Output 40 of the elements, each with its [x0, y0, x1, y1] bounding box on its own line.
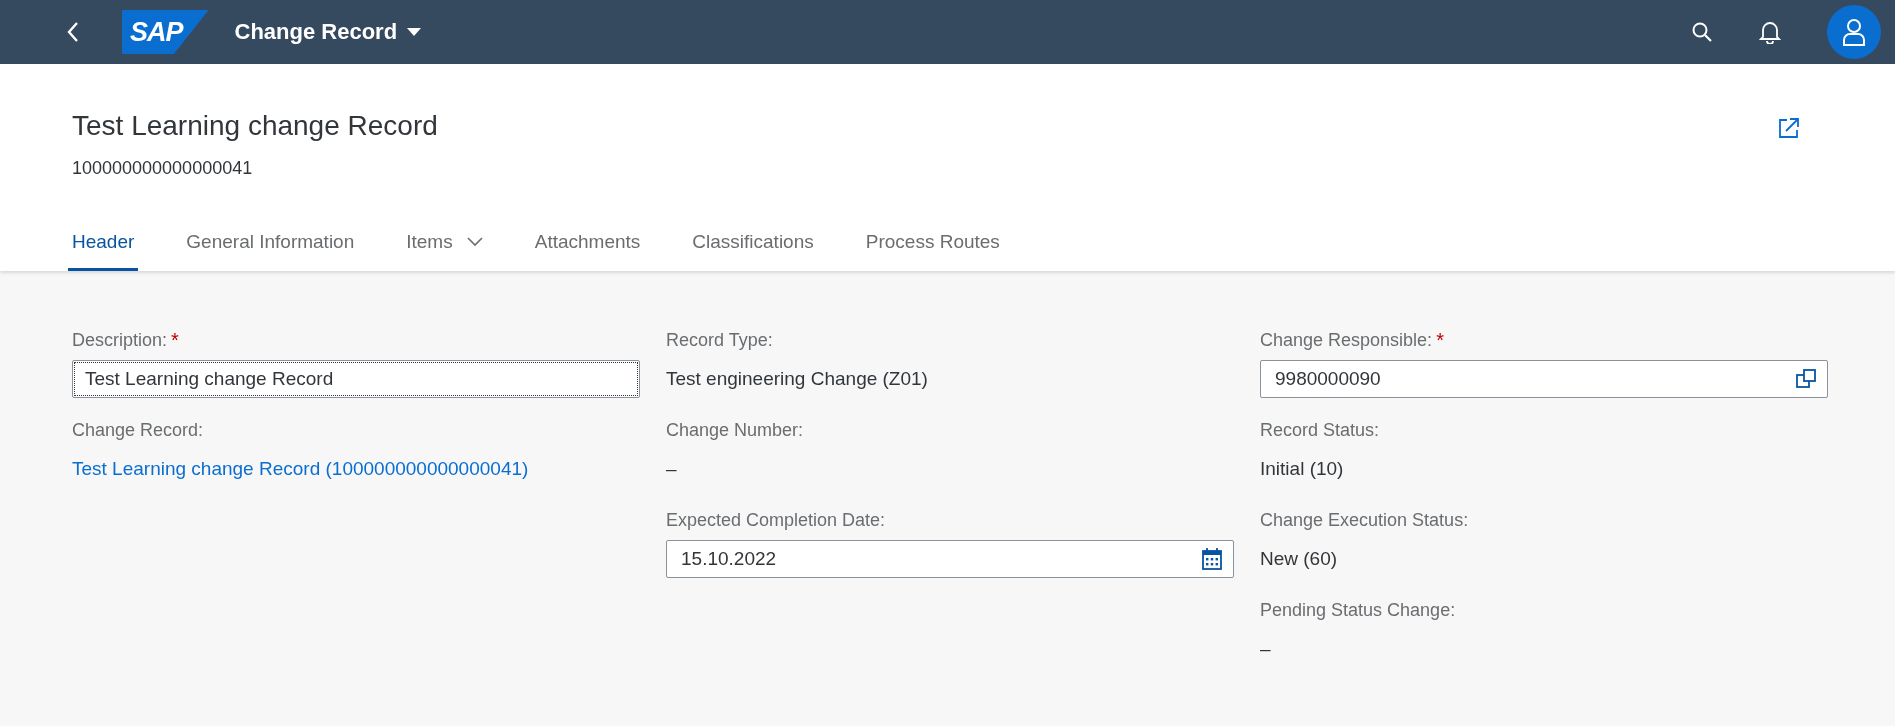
- search-icon[interactable]: [1691, 21, 1713, 43]
- tab[interactable]: Items: [402, 211, 487, 271]
- field-label: Change Responsible:: [1260, 329, 1433, 351]
- field-label: Record Type:: [666, 329, 773, 351]
- tab[interactable]: Process Routes: [861, 211, 1004, 271]
- field-label: Expected Completion Date:: [666, 509, 886, 531]
- field-value: –: [1260, 638, 1271, 660]
- input-field[interactable]: Test Learning change Record: [72, 360, 640, 398]
- logo[interactable]: SAP: [122, 10, 209, 54]
- value-help-icon[interactable]: [1795, 368, 1817, 390]
- field-label: Change Number:: [666, 419, 804, 441]
- caret-icon: [407, 27, 422, 37]
- date-input-field[interactable]: 15.10.2022: [666, 540, 1234, 578]
- person-icon: [1842, 18, 1866, 46]
- tab[interactable]: General Information: [182, 211, 359, 271]
- user-avatar[interactable]: [1827, 5, 1881, 59]
- field-label: Record Status:: [1260, 419, 1380, 441]
- app-title-menu[interactable]: Change Record: [230, 15, 426, 49]
- value-help-field[interactable]: 9980000090: [1260, 360, 1828, 398]
- required-asterisk: *: [171, 328, 179, 352]
- tab[interactable]: Classifications: [688, 211, 818, 271]
- field-value: New (60): [1260, 548, 1338, 570]
- field-label: Change Record:: [72, 419, 204, 441]
- tab[interactable]: Header: [68, 211, 139, 271]
- tab[interactable]: Attachments: [530, 211, 645, 271]
- field-label: Change Execution Status:: [1260, 509, 1469, 531]
- chevron-left-icon: [66, 21, 80, 43]
- field-value: –: [666, 458, 677, 480]
- record-number: 100000000000000041: [72, 158, 254, 179]
- share-icon[interactable]: [1777, 116, 1801, 140]
- page-title: Test Learning change Record: [72, 110, 438, 142]
- bell-icon[interactable]: [1759, 20, 1781, 44]
- required-asterisk: *: [1436, 328, 1444, 352]
- field-value: Initial (10): [1260, 458, 1344, 480]
- calendar-icon[interactable]: [1201, 547, 1223, 571]
- change-record-link[interactable]: Test Learning change Record (100000000000000041): [72, 458, 529, 480]
- field-label: Pending Status Change:: [1260, 599, 1456, 621]
- chevron-down-icon: [466, 237, 483, 247]
- field-value: Test engineering Change (Z01): [666, 368, 928, 390]
- field-label: Description:: [72, 329, 168, 351]
